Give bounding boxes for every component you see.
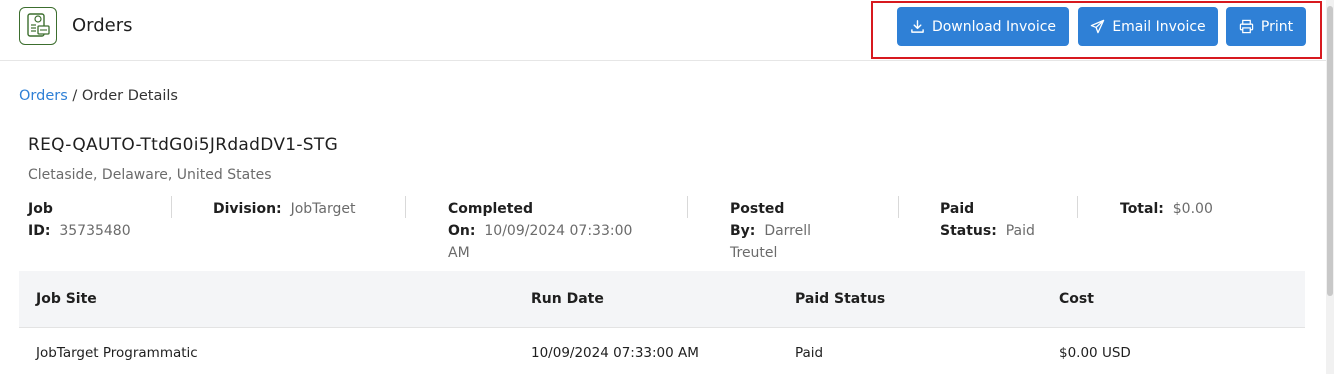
cell-job-site: JobTarget Programmatic	[36, 345, 198, 361]
cell-paid-status: Paid	[795, 345, 824, 361]
job-id-label-2: ID:	[28, 223, 51, 239]
meta-divider	[898, 196, 899, 218]
posted-value-1: Darrell	[764, 223, 812, 239]
order-location: Cletaside, Delaware, United States	[28, 167, 272, 183]
job-id-label-1: Job	[28, 201, 53, 217]
breadcrumb-orders-link[interactable]: Orders	[19, 88, 68, 104]
meta-divider	[687, 196, 688, 218]
paid-label-2: Status:	[940, 223, 997, 239]
paid-label-1: Paid	[940, 201, 975, 217]
job-id-value: 35735480	[59, 223, 131, 239]
email-invoice-label: Email Invoice	[1112, 18, 1206, 35]
download-icon	[910, 19, 925, 34]
email-invoice-button[interactable]: Email Invoice	[1078, 7, 1218, 46]
table-header: Job Site Run Date Paid Status Cost	[19, 271, 1305, 328]
scrollbar-thumb[interactable]	[1327, 6, 1333, 296]
download-invoice-button[interactable]: Download Invoice	[897, 7, 1069, 46]
completed-value-2: AM	[448, 245, 470, 261]
breadcrumb: Orders / Order Details	[19, 88, 178, 104]
meta-divider	[1077, 196, 1078, 218]
column-header-paid-status[interactable]: Paid Status	[795, 291, 885, 307]
total-value: $0.00	[1172, 201, 1213, 217]
page-title: Orders	[72, 15, 133, 36]
meta-divider	[171, 196, 172, 218]
column-header-cost[interactable]: Cost	[1059, 291, 1094, 307]
completed-label-2: On:	[448, 223, 476, 239]
completed-value-1: 10/09/2024 07:33:00	[484, 223, 633, 239]
send-icon	[1090, 19, 1105, 34]
completed-label-1: Completed	[448, 201, 534, 217]
meta-divider	[405, 196, 406, 218]
invoice-icon	[19, 7, 57, 45]
paid-value: Paid	[1005, 223, 1035, 239]
division-label: Division:	[213, 201, 282, 217]
order-id: REQ-QAUTO-TtdG0i5JRdadDV1-STG	[28, 135, 339, 155]
vertical-scrollbar[interactable]	[1326, 0, 1334, 374]
division-value: JobTarget	[290, 201, 356, 217]
cell-cost: $0.00 USD	[1059, 345, 1131, 361]
total-label: Total:	[1120, 201, 1164, 217]
job-id-field: Job ID: 35735480	[28, 198, 131, 242]
breadcrumb-separator: /	[67, 88, 82, 104]
posted-by-field: Posted By: Darrell Treutel	[730, 198, 811, 264]
paid-status-field: Paid Status: Paid	[940, 198, 1035, 242]
table-row[interactable]: JobTarget Programmatic 10/09/2024 07:33:…	[19, 327, 1305, 374]
column-header-job-site[interactable]: Job Site	[36, 291, 97, 307]
completed-on-field: Completed On: 10/09/2024 07:33:00 AM	[448, 198, 632, 264]
posted-label-1: Posted	[730, 201, 785, 217]
breadcrumb-current: Order Details	[81, 88, 178, 104]
posted-value-2: Treutel	[730, 245, 778, 261]
print-label: Print	[1260, 18, 1294, 35]
print-button[interactable]: Print	[1226, 7, 1306, 46]
printer-icon	[1239, 19, 1254, 34]
download-invoice-label: Download Invoice	[931, 18, 1057, 35]
cell-run-date: 10/09/2024 07:33:00 AM	[531, 345, 699, 361]
column-header-run-date[interactable]: Run Date	[531, 291, 604, 307]
division-field: Division: JobTarget	[213, 198, 355, 220]
posted-label-2: By:	[730, 223, 756, 239]
top-bar: Orders Download Invoice Email Invoice Pr	[0, 0, 1326, 61]
total-field: Total: $0.00	[1120, 198, 1213, 220]
